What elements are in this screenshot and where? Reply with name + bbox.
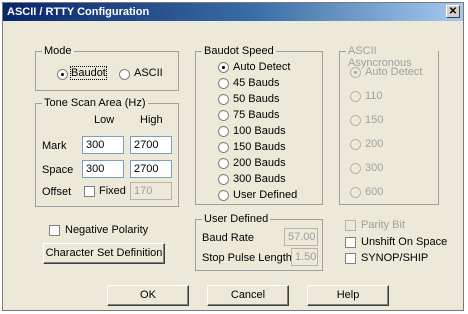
cancel-button[interactable]: Cancel	[207, 285, 289, 306]
parity-bit-checkbox	[345, 220, 356, 231]
ascii-async-radio-4	[350, 163, 361, 174]
ok-button[interactable]: OK	[107, 285, 189, 306]
space-low-input[interactable]: 300	[82, 160, 124, 178]
close-button[interactable]: ✕	[446, 5, 460, 18]
baudot-speed-radio-4[interactable]	[218, 126, 229, 137]
window-title: ASCII / RTTY Configuration	[7, 6, 150, 18]
ascii-async-label-4: 300	[365, 162, 384, 174]
mode-baudot-label[interactable]: Baudot	[70, 66, 107, 80]
mode-group: Mode Baudot ASCII	[35, 45, 179, 91]
baudot-speed-radio-1[interactable]	[218, 78, 229, 89]
baudot-speed-label-6[interactable]: 200 Bauds	[233, 157, 286, 169]
parity-bit-label: Parity Bit	[361, 219, 406, 231]
baudot-speed-label-8[interactable]: User Defined	[233, 189, 297, 201]
title-bar: ASCII / RTTY Configuration ✕	[3, 3, 463, 21]
baudot-speed-label-7[interactable]: 300 Bauds	[233, 173, 286, 185]
mark-low-input[interactable]: 300	[82, 136, 124, 154]
baudot-speed-label-4[interactable]: 100 Bauds	[233, 125, 286, 137]
ascii-async-radio-1	[350, 91, 361, 102]
stop-pulse-label: Stop Pulse Length	[202, 252, 292, 264]
config-dialog: ASCII / RTTY Configuration ✕ Mode Baudot…	[2, 2, 464, 311]
ascii-async-radio-5	[350, 187, 361, 198]
high-header: High	[140, 114, 163, 126]
mode-baudot-radio[interactable]	[57, 69, 68, 80]
baudot-speed-radio-3[interactable]	[218, 110, 229, 121]
baudot-speed-label-3[interactable]: 75 Bauds	[233, 109, 279, 121]
baudot-speed-group: Baudot Speed Auto Detect 45 Bauds 50 Bauds…	[195, 45, 323, 205]
stop-pulse-input: 1.50	[291, 248, 318, 266]
offset-input: 170	[130, 182, 172, 200]
baudot-speed-radio-0[interactable]	[218, 62, 229, 73]
baudot-speed-title: Baudot Speed	[202, 45, 276, 57]
user-defined-group: User Defined Baud Rate 57.00 Stop Pulse …	[195, 213, 323, 271]
mark-high-input[interactable]: 2700	[130, 136, 172, 154]
baudot-speed-radio-2[interactable]	[218, 94, 229, 105]
tone-scan-group: Tone Scan Area (Hz) Low High Mark 300 27…	[35, 97, 179, 207]
mode-ascii-radio[interactable]	[119, 69, 130, 80]
mark-label: Mark	[42, 140, 67, 152]
tone-scan-title: Tone Scan Area (Hz)	[42, 97, 148, 109]
synop-ship-label[interactable]: SYNOP/SHIP	[361, 252, 428, 264]
mode-group-title: Mode	[42, 45, 74, 57]
close-icon: ✕	[448, 6, 458, 17]
ascii-async-radio-2	[350, 115, 361, 126]
space-high-input[interactable]: 2700	[130, 160, 172, 178]
baudot-speed-label-5[interactable]: 150 Bauds	[233, 141, 286, 153]
ascii-async-label-0: Auto Detect	[365, 66, 423, 78]
space-label: Space	[42, 164, 74, 176]
ascii-async-group: ASCII Asyncronous Auto Detect 110 150 200 30…	[339, 45, 439, 205]
fixed-offset-checkbox[interactable]	[84, 186, 95, 197]
offset-label: Offset	[42, 186, 72, 198]
unshift-on-space-checkbox[interactable]	[345, 237, 356, 248]
baud-rate-input: 57.00	[284, 228, 318, 246]
synop-ship-checkbox[interactable]	[345, 253, 356, 264]
baudot-speed-radio-6[interactable]	[218, 158, 229, 169]
baud-rate-label: Baud Rate	[202, 232, 254, 244]
baudot-speed-label-0[interactable]: Auto Detect	[233, 61, 290, 73]
unshift-on-space-label[interactable]: Unshift On Space	[361, 236, 447, 248]
fixed-offset-label[interactable]: Fixed	[99, 185, 126, 197]
baudot-speed-label-2[interactable]: 50 Bauds	[233, 93, 279, 105]
ascii-async-label-2: 150	[365, 114, 384, 126]
negative-polarity-label[interactable]: Negative Polarity	[65, 224, 148, 236]
low-header: Low	[94, 114, 115, 126]
baudot-speed-radio-7[interactable]	[218, 174, 229, 185]
ascii-async-radio-0	[350, 67, 361, 78]
mode-ascii-label[interactable]: ASCII	[134, 67, 163, 79]
baudot-speed-radio-8[interactable]	[218, 190, 229, 201]
baudot-speed-radio-5[interactable]	[218, 142, 229, 153]
negative-polarity-checkbox[interactable]	[49, 225, 60, 236]
ascii-async-label-1: 110	[365, 90, 383, 102]
help-button[interactable]: Help	[307, 285, 389, 306]
ascii-async-label-5: 600	[365, 186, 384, 198]
ascii-async-label-3: 200	[365, 138, 384, 150]
character-set-button[interactable]: Character Set Definition	[43, 243, 165, 264]
ascii-async-radio-3	[350, 139, 361, 150]
user-defined-title: User Defined	[202, 213, 271, 225]
baudot-speed-label-1[interactable]: 45 Bauds	[233, 77, 279, 89]
